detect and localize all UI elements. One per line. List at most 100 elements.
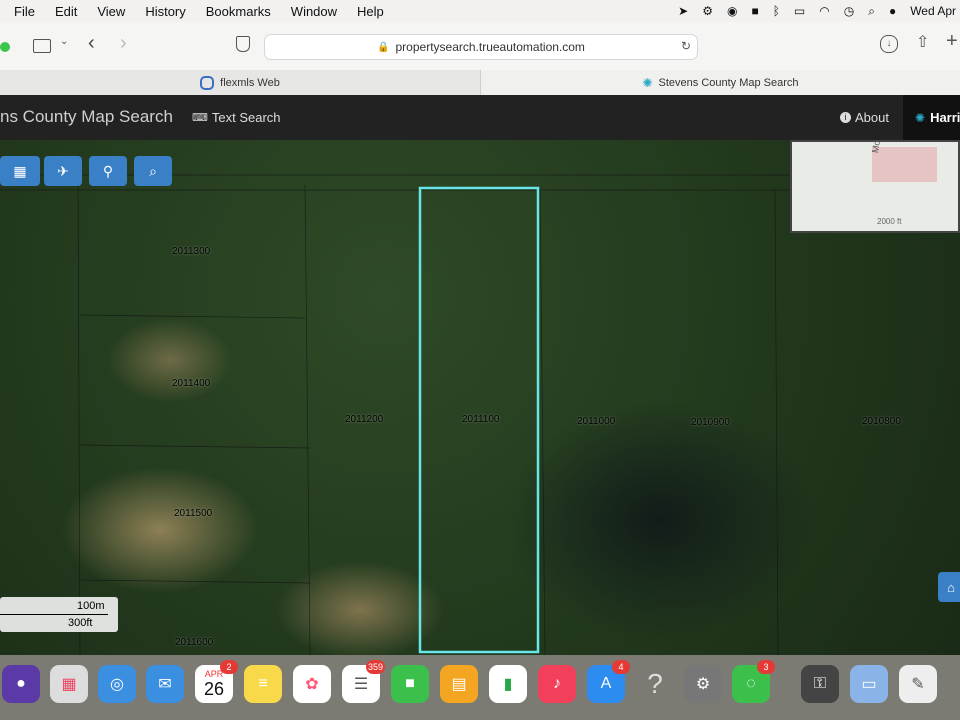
search-icon[interactable]: ⌕ bbox=[868, 4, 875, 19]
location-icon[interactable]: ➤ bbox=[678, 4, 688, 18]
back-icon[interactable]: ‹ bbox=[88, 32, 95, 55]
messages-icon[interactable]: ◌ 3 bbox=[732, 660, 775, 703]
parcel-label: 2011500 bbox=[174, 508, 213, 519]
parcel-label: 2010900 bbox=[691, 417, 730, 428]
menu-view[interactable]: View bbox=[97, 4, 125, 19]
photos-icon[interactable]: ✿ bbox=[293, 665, 331, 703]
logo-icon: ✺ bbox=[915, 110, 926, 125]
tab-stevens-map[interactable]: ✺ Stevens County Map Search bbox=[481, 70, 960, 95]
new-tab-icon[interactable]: + bbox=[946, 30, 958, 53]
user-name: Harri bbox=[930, 110, 960, 125]
parcel-label: 2011600 bbox=[175, 637, 214, 648]
parcel-label: 2011200 bbox=[345, 414, 384, 425]
parcel-label: 2011400 bbox=[172, 378, 211, 389]
app-store-icon[interactable]: A 4 bbox=[587, 660, 630, 703]
flexmls-icon bbox=[200, 75, 215, 90]
mail-icon[interactable]: ✉ bbox=[146, 665, 184, 703]
tab-flexmls[interactable]: flexmls Web bbox=[0, 70, 481, 95]
clock[interactable]: Wed Apr bbox=[910, 4, 956, 18]
music-icon[interactable]: ♪ bbox=[538, 665, 576, 703]
tab-label: flexmls Web bbox=[220, 76, 280, 89]
scale-feet: 300ft bbox=[68, 617, 93, 629]
home-button[interactable]: ⌂ bbox=[938, 572, 960, 602]
about-link[interactable]: i About bbox=[840, 110, 889, 125]
minimap-contour-label: 2000 ft bbox=[877, 217, 902, 226]
search-button[interactable]: ⌕ bbox=[134, 156, 172, 186]
tab-bar: flexmls Web ✺ Stevens County Map Search bbox=[0, 70, 960, 96]
text-search-link[interactable]: ⌨ Text Search bbox=[192, 110, 281, 125]
text-search-label: Text Search bbox=[211, 110, 281, 125]
menu-window[interactable]: Window bbox=[291, 4, 337, 19]
parcel-label: 2011000 bbox=[577, 416, 616, 427]
scale-line bbox=[0, 614, 108, 615]
lock-icon: 🔒 bbox=[377, 41, 390, 53]
spinner-icon: ✺ bbox=[642, 75, 653, 90]
scale-bar: 100m 300ft bbox=[0, 597, 118, 632]
info-icon: i bbox=[840, 112, 851, 123]
reload-icon[interactable]: ↻ bbox=[681, 39, 691, 53]
safari-icon[interactable]: ◎ bbox=[98, 665, 136, 703]
notes-icon[interactable]: ≡ bbox=[244, 665, 282, 703]
app-navbar: ns County Map Search ⌨ Text Search i Abo… bbox=[0, 95, 960, 140]
map-icon: ▦ bbox=[13, 162, 27, 179]
messages-badge: 3 bbox=[757, 660, 775, 674]
keyboard-icon: ⌨ bbox=[192, 112, 208, 124]
menu-help[interactable]: Help bbox=[357, 4, 384, 19]
menu-bookmarks[interactable]: Bookmarks bbox=[206, 4, 271, 19]
calendar-badge: 2 bbox=[220, 660, 238, 674]
pin-icon: ⚲ bbox=[102, 162, 114, 179]
bluetooth-icon[interactable]: ᛒ bbox=[773, 4, 780, 18]
aerial-map[interactable]: Moore Rd 2000 ft 2011300 2011400 2011200… bbox=[0, 140, 960, 655]
user-menu[interactable]: ✺ Harri bbox=[903, 95, 960, 140]
tab-label: Stevens County Map Search bbox=[658, 76, 799, 89]
time-machine-icon[interactable]: ◷ bbox=[844, 4, 854, 18]
sidebar-icon[interactable] bbox=[33, 39, 51, 53]
system-preferences-icon[interactable]: ⚙ bbox=[684, 665, 722, 703]
calendar-day: 26 bbox=[203, 678, 225, 699]
shield-icon[interactable] bbox=[236, 36, 250, 52]
preview-icon[interactable]: ▭ bbox=[850, 665, 888, 703]
help-icon[interactable]: ? bbox=[636, 665, 674, 703]
minimap-parcel bbox=[872, 147, 937, 182]
airplane-icon: ✈ bbox=[57, 162, 69, 179]
url-text[interactable]: propertysearch.trueautomation.com bbox=[396, 40, 585, 54]
keychain-icon[interactable]: ⚿ bbox=[801, 665, 839, 703]
calendar-icon[interactable]: APR 26 2 bbox=[195, 660, 238, 703]
app-store-badge: 4 bbox=[612, 660, 630, 674]
airport-button[interactable]: ✈ bbox=[44, 156, 82, 186]
facetime-icon[interactable]: ■ bbox=[751, 4, 758, 18]
control-center-icon[interactable]: ⚙ bbox=[702, 4, 713, 18]
parcel-label: 2010800 bbox=[862, 416, 901, 427]
download-icon[interactable]: ↓ bbox=[880, 35, 898, 53]
battery-icon[interactable]: ▭ bbox=[794, 4, 805, 18]
menu-file[interactable]: File bbox=[14, 4, 35, 19]
parcel-label: 2011300 bbox=[172, 246, 211, 257]
location-pin-button[interactable]: ⚲ bbox=[89, 156, 127, 186]
share-icon[interactable]: ⇧ bbox=[916, 32, 929, 52]
menu-edit[interactable]: Edit bbox=[55, 4, 77, 19]
siri-icon[interactable]: ● bbox=[889, 4, 896, 18]
reminders-icon[interactable]: ☰ 359 bbox=[342, 660, 385, 703]
reminders-badge: 359 bbox=[365, 660, 385, 674]
forward-icon[interactable]: › bbox=[120, 32, 127, 55]
parcel-label: 2011100 bbox=[462, 414, 500, 425]
keynote-icon[interactable]: ▤ bbox=[440, 665, 478, 703]
map-layers-button[interactable]: ▦ bbox=[0, 156, 40, 186]
wifi-icon[interactable]: ◠ bbox=[819, 4, 829, 18]
app-title[interactable]: ns County Map Search bbox=[0, 107, 173, 127]
numbers-icon[interactable]: ▮ bbox=[489, 665, 527, 703]
siri-dock-icon[interactable]: ● bbox=[2, 665, 40, 703]
address-bar[interactable]: 🔒 propertysearch.trueautomation.com ↻ bbox=[264, 34, 698, 60]
facetime-dock-icon[interactable]: ■ bbox=[391, 665, 429, 703]
textedit-icon[interactable]: ✎ bbox=[899, 665, 937, 703]
magnifier-icon: ⌕ bbox=[149, 162, 157, 179]
chevron-down-icon[interactable]: ⌄ bbox=[60, 36, 68, 47]
screen-record-icon[interactable]: ◉ bbox=[727, 4, 737, 18]
menu-history[interactable]: History bbox=[145, 4, 185, 19]
menubar-status: ➤ ⚙ ◉ ■ ᛒ ▭ ◠ ◷ ⌕ ● Wed Apr bbox=[678, 0, 960, 22]
menubar: File Edit View History Bookmarks Window … bbox=[0, 0, 960, 22]
close-dot-icon[interactable] bbox=[0, 42, 10, 52]
minimap[interactable]: Moore Rd 2000 ft bbox=[790, 140, 960, 233]
about-label: About bbox=[855, 110, 889, 125]
launchpad-icon[interactable]: ▦ bbox=[50, 665, 88, 703]
